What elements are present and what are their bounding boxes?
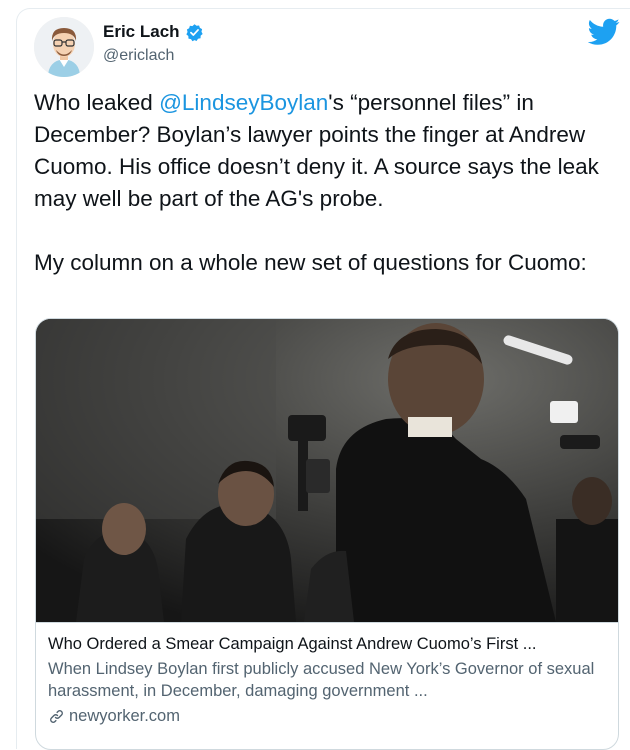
- tweet-paragraph-1: Who leaked @LindseyBoylan's “personnel f…: [34, 87, 620, 215]
- link-icon: [50, 709, 63, 723]
- tweet-paragraph-2: My column on a whole new set of question…: [34, 250, 587, 275]
- tweet-text-before-mention: Who leaked: [34, 90, 160, 115]
- author-name[interactable]: Eric Lach: [103, 22, 180, 42]
- article-image[interactable]: [36, 319, 618, 622]
- link-description[interactable]: When Lindsey Boylan first publicly accus…: [48, 658, 608, 702]
- avatar[interactable]: [34, 17, 94, 77]
- tweet-text: Who leaked @LindseyBoylan's “personnel f…: [34, 87, 620, 279]
- link-title[interactable]: Who Ordered a Smear Campaign Against And…: [48, 633, 608, 655]
- author-name-row[interactable]: Eric Lach: [103, 22, 204, 42]
- link-domain-row[interactable]: newyorker.com: [48, 705, 608, 727]
- verified-badge-icon: [185, 23, 203, 41]
- link-preview-card[interactable]: Who Ordered a Smear Campaign Against And…: [35, 318, 619, 750]
- avatar-illustration: [34, 17, 94, 77]
- article-photo-illustration: [36, 319, 618, 622]
- link-domain[interactable]: newyorker.com: [69, 705, 180, 727]
- twitter-bird-icon[interactable]: [588, 18, 620, 46]
- link-preview-meta[interactable]: Who Ordered a Smear Campaign Against And…: [36, 622, 618, 727]
- author-handle[interactable]: @ericlach: [103, 47, 174, 65]
- mention-link[interactable]: @LindseyBoylan: [159, 90, 328, 115]
